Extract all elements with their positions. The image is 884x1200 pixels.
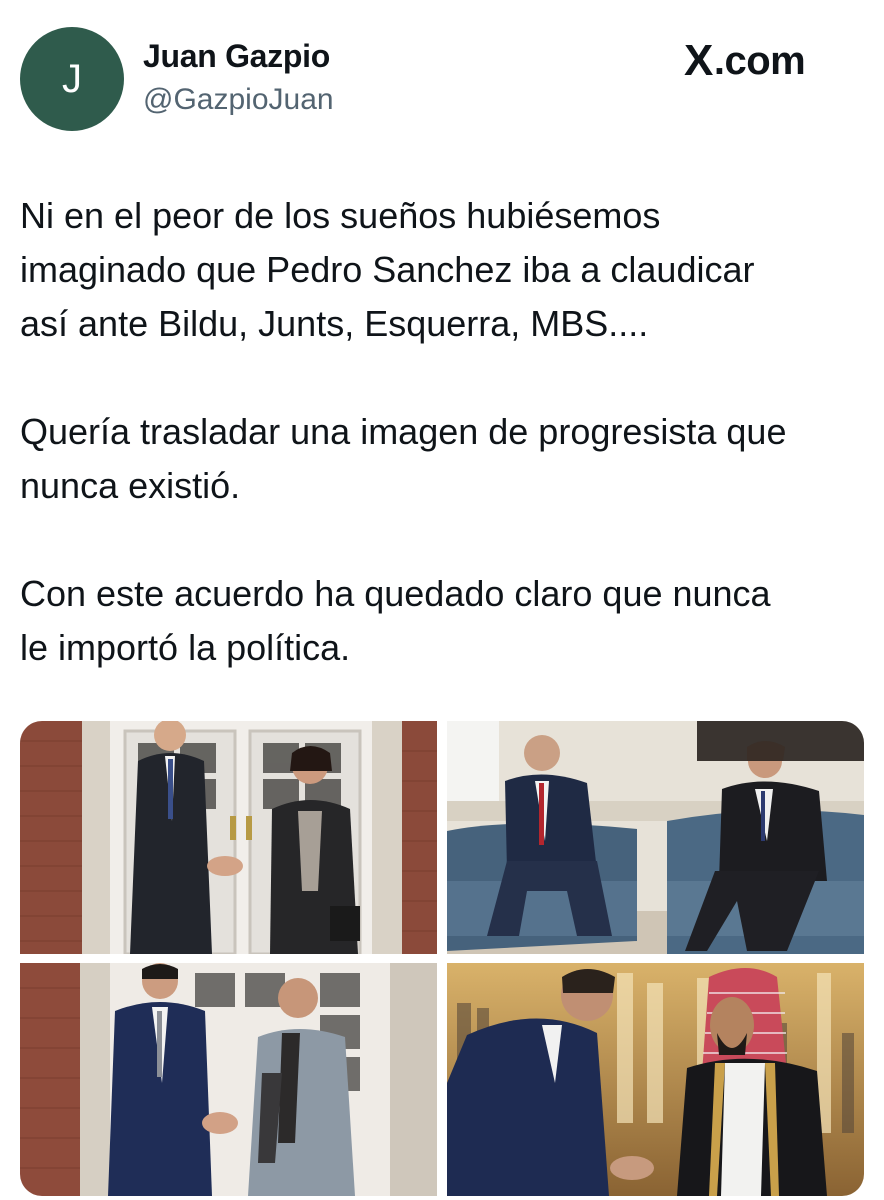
media-photo-1[interactable] xyxy=(20,721,437,954)
avatar-initial: J xyxy=(62,56,82,101)
media-grid xyxy=(20,721,864,1196)
tweet-paragraph: Ni en el peor de los sueños hubiésemos i… xyxy=(20,195,755,344)
photo-handshake-palace xyxy=(447,963,864,1196)
user-handle[interactable]: @GazpioJuan xyxy=(143,83,334,117)
photo-handshake-doorway-1 xyxy=(20,721,437,954)
media-photo-3[interactable] xyxy=(20,963,437,1196)
tweet-text: Ni en el peor de los sueños hubiésemos i… xyxy=(20,189,870,729)
tweet-card: J Juan Gazpio @GazpioJuan X .com Ni en e… xyxy=(0,0,884,1200)
display-name[interactable]: Juan Gazpio xyxy=(143,38,330,75)
x-logo-icon: X xyxy=(684,36,713,85)
media-photo-4[interactable] xyxy=(447,963,864,1196)
photo-seated-meeting xyxy=(447,721,864,954)
brand-label: .com xyxy=(713,38,806,83)
media-photo-2[interactable] xyxy=(447,721,864,954)
avatar[interactable]: J xyxy=(20,27,124,131)
tweet-paragraph: Con este acuerdo ha quedado claro que nu… xyxy=(20,573,771,668)
tweet-paragraph: Quería trasladar una imagen de progresis… xyxy=(20,411,787,506)
brand-logo: X .com xyxy=(684,36,806,86)
photo-handshake-doorway-2 xyxy=(20,963,437,1196)
